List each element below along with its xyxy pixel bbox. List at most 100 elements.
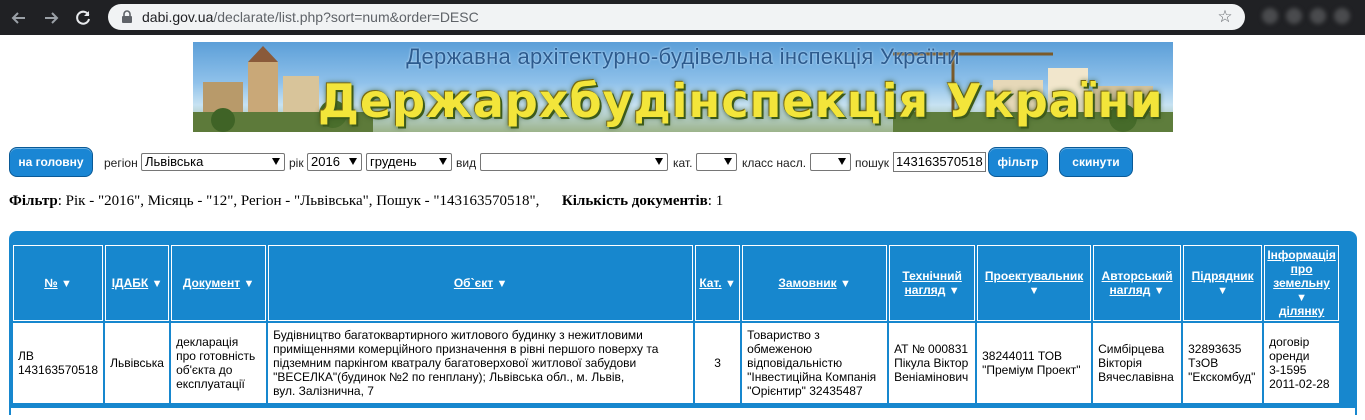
sort-desc-icon[interactable]: ▼ [1154, 285, 1165, 297]
sort-desc-icon[interactable]: ▼ [949, 285, 960, 297]
year-select[interactable]: 2016 [307, 153, 362, 171]
reload-icon[interactable] [70, 5, 96, 31]
cell-object: Будівництво багатоквартирного житлового … [268, 323, 694, 403]
forward-icon[interactable] [38, 5, 64, 31]
cell-text: Товариство з [747, 328, 820, 342]
col-contractor-header[interactable]: Підрядник ▼ [1183, 245, 1263, 321]
col-object-header[interactable]: Об`єкт ▼ [268, 245, 694, 321]
sort-land-link-line2[interactable]: про [1291, 262, 1313, 276]
back-icon[interactable] [6, 5, 32, 31]
sort-object-link[interactable]: Об`єкт [454, 276, 493, 290]
region-select[interactable]: Львівська [141, 153, 285, 171]
cell-text: Пікула Віктор [894, 356, 969, 370]
cell-text: "Орієнтир" 32435487 [747, 384, 863, 398]
reset-button[interactable]: скинути [1059, 147, 1133, 177]
class-select[interactable] [810, 153, 851, 171]
document-count-value: : 1 [707, 193, 724, 209]
cell-text: Веніамінович [894, 370, 969, 384]
cell-text: приміщеннями комерційного призначення в … [273, 342, 659, 356]
cell-text: ЛВ [18, 349, 34, 363]
filter-summary-label: Фільтр [9, 193, 58, 209]
col-tech-supervision-header[interactable]: Технічний нагляд ▼ [889, 245, 976, 321]
kind-select[interactable] [480, 153, 668, 171]
year-label: рік [289, 156, 304, 170]
cell-tech-supervision: АТ № 000831 Пікула Віктор Веніамінович [889, 323, 976, 403]
cell-text: "ВЕСЕЛКА"(будинок №2 по генплану); Львів… [273, 370, 625, 384]
region-select-value: Львівська [145, 154, 204, 169]
sort-idabk-link[interactable]: ІДАБК [112, 276, 149, 290]
region-label: регіон [104, 156, 138, 170]
col-cat-header[interactable]: Кат. ▼ [695, 245, 741, 321]
cell-author-supervision: Симбірцева Вікторія Вячеславівна [1093, 323, 1182, 403]
sort-desc-icon[interactable]: ▼ [1217, 285, 1228, 297]
sort-desc-icon[interactable]: ▼ [152, 278, 163, 290]
sort-author-link[interactable]: Авторський [1102, 269, 1173, 283]
cell-text: "Преміум Проект" [982, 363, 1081, 377]
sort-num-link[interactable]: № [44, 276, 57, 290]
bookmark-star-icon[interactable]: ☆ [1215, 7, 1235, 27]
extension-icon[interactable] [1310, 8, 1326, 24]
cell-text: 38244011 ТОВ [982, 349, 1063, 363]
filter-button[interactable]: фільтр [988, 147, 1048, 177]
sort-land-link-line4[interactable]: ділянку [1279, 304, 1325, 318]
col-customer-header[interactable]: Замовник ▼ [742, 245, 888, 321]
category-select[interactable] [696, 153, 737, 171]
sort-desc-icon[interactable]: ▼ [61, 278, 72, 290]
cell-text: 143163570518 [18, 363, 99, 377]
sort-designer-link[interactable]: Проектувальник [985, 269, 1083, 283]
declarations-table: № ▼ ІДАБК ▼ Документ ▼ Об`єкт ▼ Кат. ▼ З… [11, 243, 1341, 405]
search-label: пошук [855, 156, 890, 170]
filter-summary: Фільтр: Рік - "2016", Місяць - "12", Рег… [9, 193, 723, 210]
extension-icon[interactable] [1334, 8, 1350, 24]
cell-contractor: 32893635 ТзОВ "Екскомбуд" [1183, 323, 1263, 403]
sort-desc-icon[interactable]: ▼ [840, 278, 851, 290]
filter-summary-text: : Рік - "2016", Місяць - "12", Регіон - … [57, 193, 540, 209]
month-select-value: грудень [370, 154, 417, 169]
cell-document: декларація про готовність об'єкта до експлу… [171, 323, 267, 403]
sort-tech-link[interactable]: Технічний [902, 269, 961, 283]
sort-desc-icon[interactable]: ▼ [725, 278, 736, 290]
year-select-value: 2016 [311, 154, 340, 169]
sort-customer-link[interactable]: Замовник [778, 276, 836, 290]
extension-icon[interactable] [1262, 8, 1278, 24]
declarations-table-panel: № ▼ ІДАБК ▼ Документ ▼ Об`єкт ▼ Кат. ▼ З… [9, 231, 1357, 415]
kind-label: вид [456, 156, 477, 170]
url-text: dabi.gov.ua/declarate/list.php?sort=num&… [142, 9, 479, 25]
col-author-supervision-header[interactable]: Авторський нагляд ▼ [1093, 245, 1182, 321]
sort-land-link-line3[interactable]: земельну [1273, 276, 1330, 290]
sort-tech-link-line2[interactable]: нагляд [905, 283, 946, 297]
col-idabk-header[interactable]: ІДАБК ▼ [105, 245, 170, 321]
sort-contractor-link[interactable]: Підрядник [1192, 269, 1254, 283]
chevron-down-icon [838, 158, 846, 165]
extension-icon[interactable] [1286, 8, 1302, 24]
sort-cat-link[interactable]: Кат. [699, 276, 721, 290]
sort-document-link[interactable]: Документ [183, 276, 240, 290]
sort-desc-icon[interactable]: ▼ [243, 278, 254, 290]
cell-text: 32893635 [1188, 342, 1242, 356]
cell-designer: 38244011 ТОВ "Преміум Проект" [977, 323, 1092, 403]
sort-desc-icon[interactable]: ▼ [496, 278, 507, 290]
cell-text: Симбірцева [1098, 342, 1165, 356]
col-document-header[interactable]: Документ ▼ [171, 245, 267, 321]
sort-desc-icon[interactable]: ▼ [1029, 285, 1040, 297]
table-footer [11, 408, 1355, 415]
table-header-row: № ▼ ІДАБК ▼ Документ ▼ Об`єкт ▼ Кат. ▼ З… [13, 245, 1340, 321]
lock-icon [122, 10, 132, 23]
cell-text: вул. Залізнична, 7 [273, 384, 374, 398]
document-count-label: Кількість документів [561, 193, 708, 209]
cell-text: оренди [1269, 349, 1310, 363]
sort-desc-icon[interactable]: ▼ [1296, 292, 1307, 304]
cell-text: експлуатації [176, 377, 245, 391]
col-land-info-header[interactable]: Інформація про земельну ▼ ділянку [1264, 245, 1340, 321]
chevron-down-icon [724, 158, 732, 165]
month-select[interactable]: грудень [366, 153, 452, 171]
address-bar[interactable]: dabi.gov.ua/declarate/list.php?sort=num&… [108, 4, 1245, 30]
col-num-header[interactable]: № ▼ [13, 245, 104, 321]
sort-author-link-line2[interactable]: нагляд [1110, 283, 1151, 297]
search-input[interactable]: 143163570518 [893, 152, 986, 172]
home-button[interactable]: на головну [9, 147, 93, 177]
col-designer-header[interactable]: Проектувальник ▼ [977, 245, 1092, 321]
banner-subtitle: Державна архітектурно-будівельна інспекц… [406, 44, 960, 69]
sort-land-link[interactable]: Інформація [1267, 248, 1336, 262]
cell-text: підземним паркінгом кватралу багатоверхо… [273, 356, 637, 370]
